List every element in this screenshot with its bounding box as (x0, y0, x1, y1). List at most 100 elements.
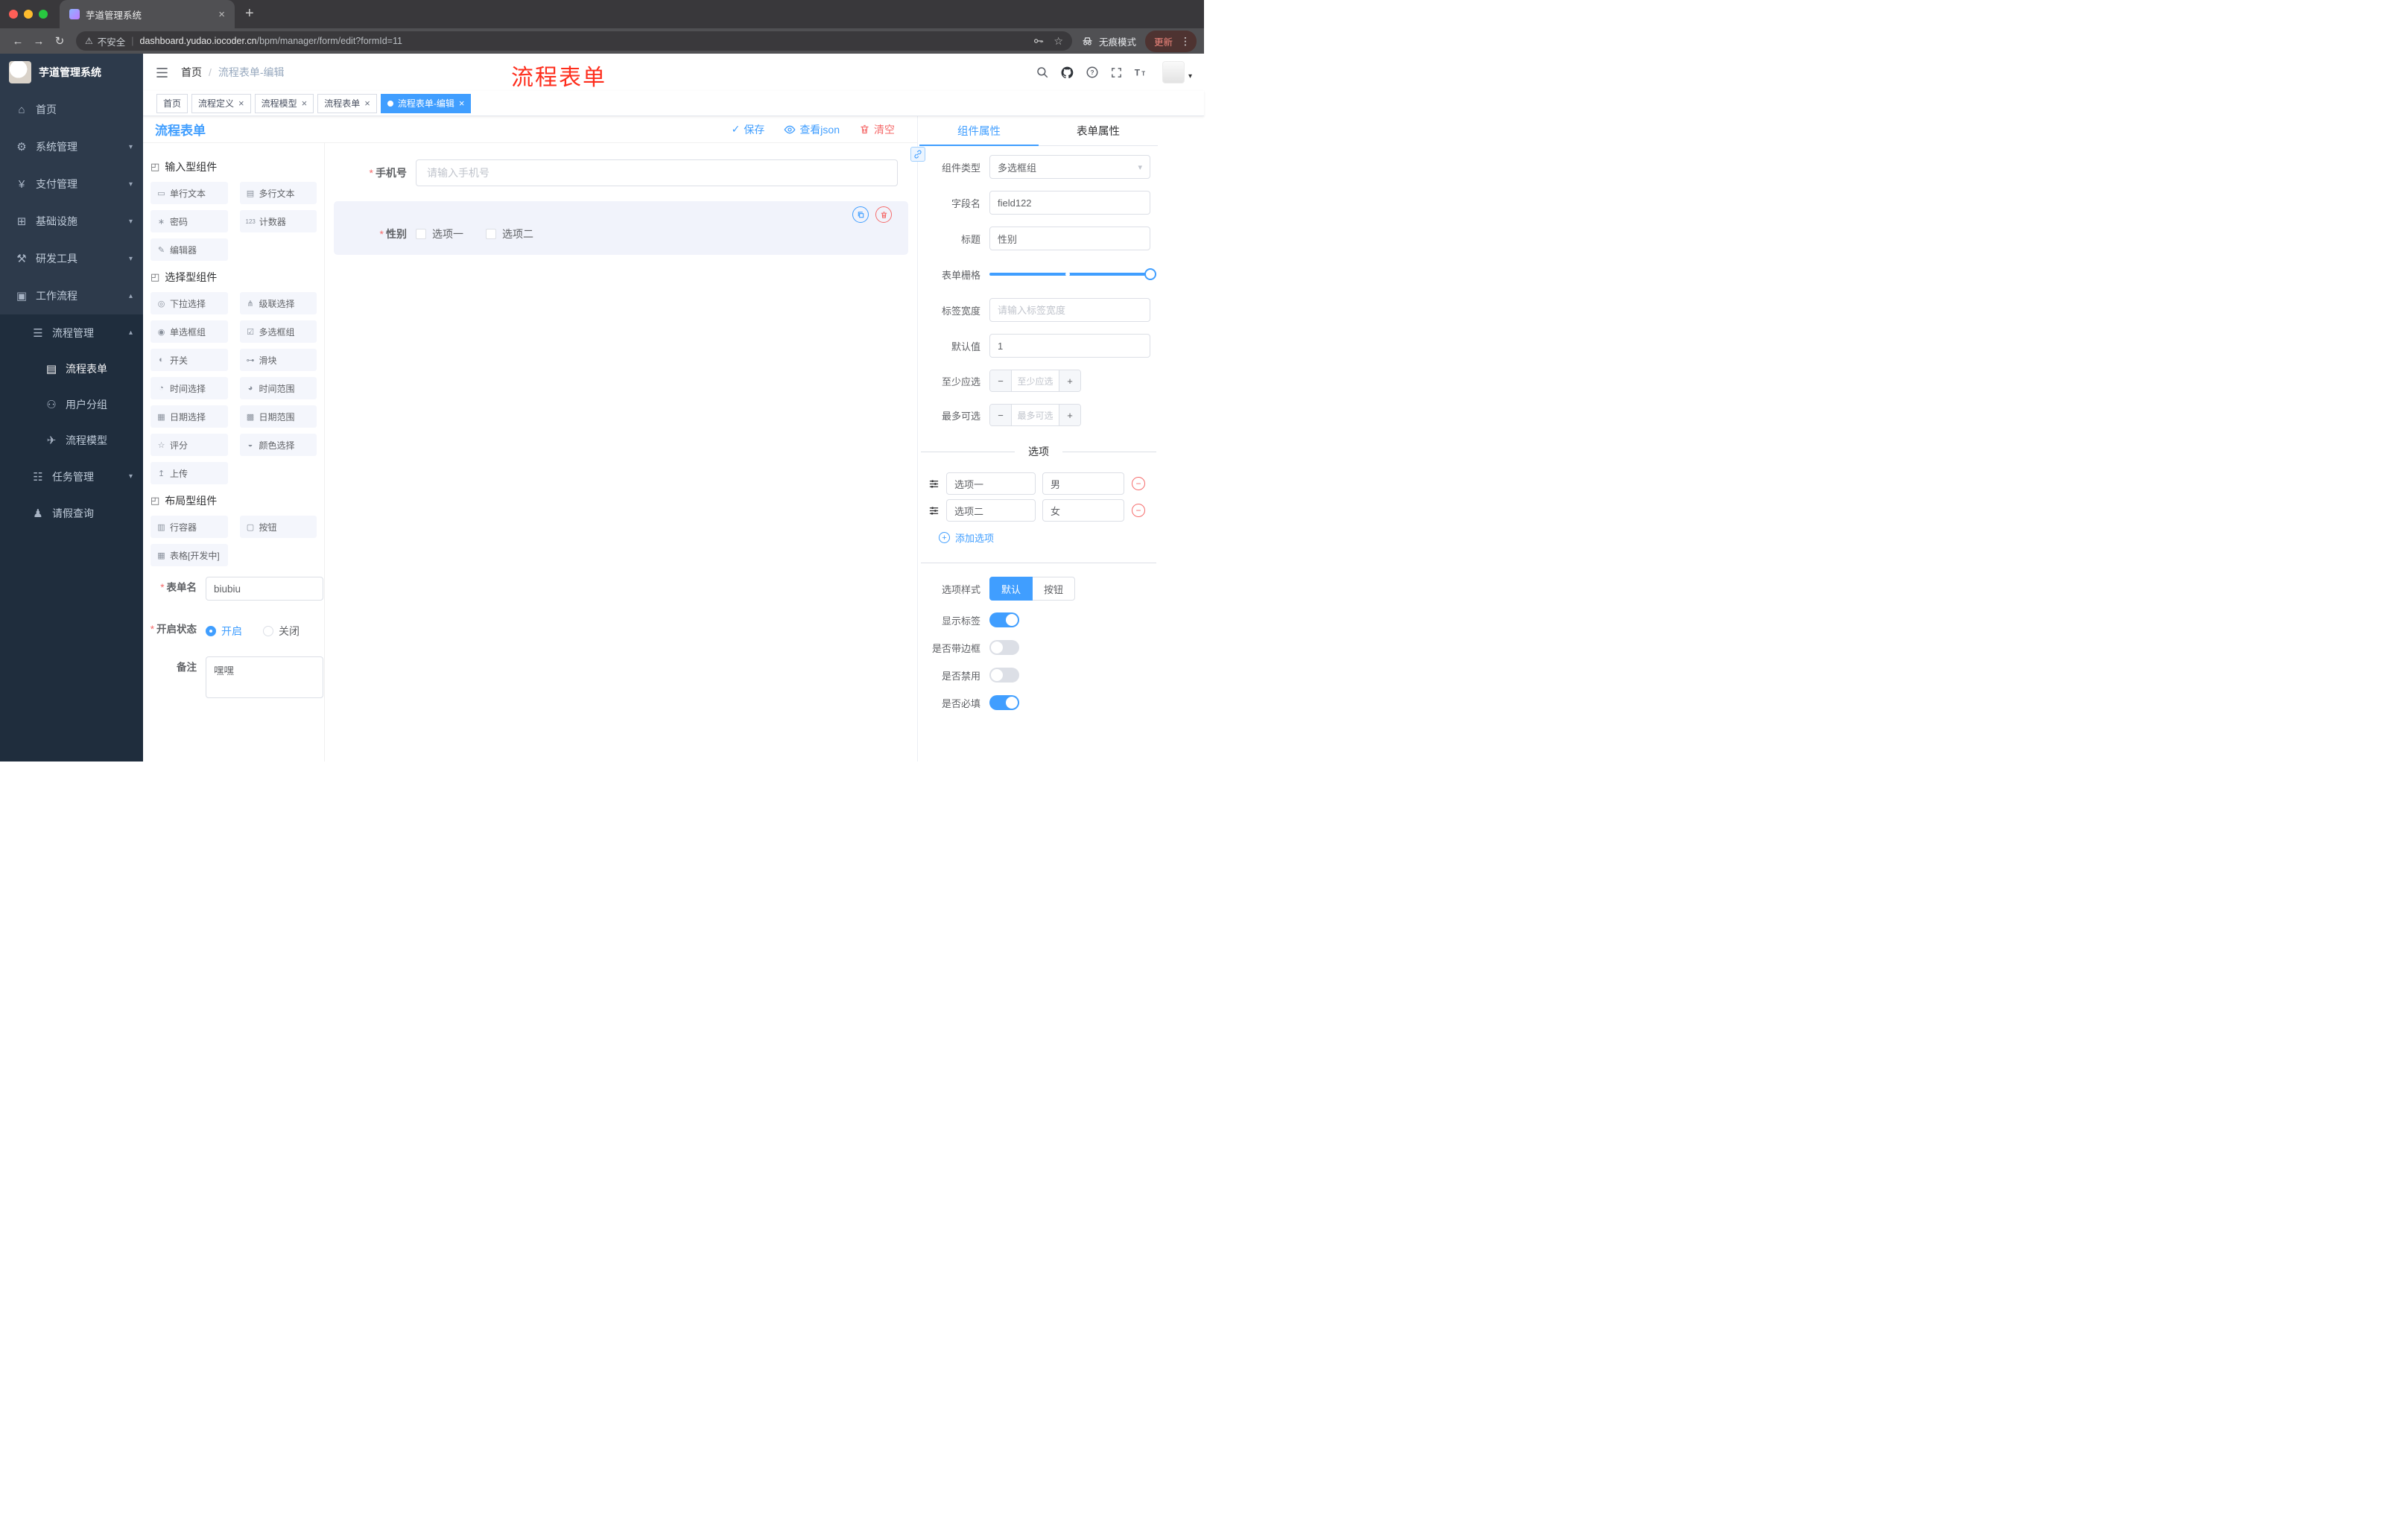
gender-field-block-selected[interactable]: * 性别 选项一 选项二 (334, 201, 908, 255)
option-style-default-button[interactable]: 默认 (989, 577, 1033, 601)
palette-item-counter[interactable]: 123 计数器 (239, 210, 317, 232)
tag-close-icon[interactable]: × (302, 98, 308, 109)
sidebar-item-process-model[interactable]: ✈ 流程模型 (0, 422, 143, 458)
min-select-value[interactable]: 至少应选 (1012, 370, 1059, 391)
address-bar[interactable]: ⚠ 不安全 | dashboard.yudao.iocoder.cn/bpm/m… (76, 31, 1072, 51)
tag-process-definition[interactable]: 流程定义 × (191, 93, 251, 113)
clear-button[interactable]: 清空 (859, 122, 895, 137)
remark-textarea[interactable]: 嘿嘿 (206, 656, 323, 698)
sidebar-item-infrastructure[interactable]: ⊞ 基础设施 ▾ (0, 203, 143, 240)
sidebar-item-user-group[interactable]: ⚇ 用户分组 (0, 387, 143, 422)
palette-item-password[interactable]: ∗ 密码 (150, 210, 228, 232)
palette-item-cascader[interactable]: ⋔ 级联选择 (239, 292, 317, 314)
palette-item-date-picker[interactable]: ▦ 日期选择 (150, 405, 228, 428)
increase-button[interactable]: + (1059, 370, 1080, 391)
palette-item-time-range[interactable]: ◕ 时间范围 (239, 377, 317, 399)
copy-component-button[interactable] (852, 206, 869, 223)
search-button[interactable] (1036, 66, 1049, 79)
status-radio-on[interactable]: 开启 (206, 618, 242, 639)
window-minimize-button[interactable] (24, 10, 33, 19)
slider-handle[interactable] (1144, 268, 1156, 280)
window-close-button[interactable] (9, 10, 18, 19)
checkbox-option-two[interactable]: 选项二 (486, 227, 533, 241)
browser-tab[interactable]: 芋道管理系统 × (60, 0, 235, 28)
palette-item-color-picker[interactable]: ◒ 颜色选择 (239, 434, 317, 456)
drag-handle-icon[interactable] (928, 505, 940, 516)
tag-close-icon[interactable]: × (238, 98, 244, 109)
palette-item-row-container[interactable]: ▥ 行容器 (150, 516, 228, 538)
password-key-icon[interactable] (1033, 35, 1045, 47)
phone-input[interactable] (416, 159, 898, 186)
palette-item-rate[interactable]: ☆ 评分 (150, 434, 228, 456)
sidebar-item-task-management[interactable]: ☷ 任务管理 ▾ (0, 458, 143, 495)
option-value-input[interactable] (1042, 472, 1124, 495)
sidebar-item-home[interactable]: ⌂ 首页 (0, 91, 143, 128)
font-size-button[interactable]: TT (1134, 66, 1148, 80)
form-grid-slider[interactable] (989, 262, 1156, 286)
reload-button[interactable]: ↻ (49, 34, 70, 48)
security-label[interactable]: 不安全 (98, 34, 126, 48)
slider-track[interactable] (989, 268, 1156, 280)
tag-process-model[interactable]: 流程模型 × (254, 93, 314, 113)
sidebar-item-payment-management[interactable]: ¥ 支付管理 ▾ (0, 165, 143, 203)
palette-item-single-line-text[interactable]: ▭ 单行文本 (150, 182, 228, 204)
github-button[interactable] (1060, 66, 1074, 80)
view-json-button[interactable]: 查看json (784, 122, 840, 137)
drag-handle-icon[interactable] (928, 478, 940, 490)
option-label-input[interactable] (946, 472, 1036, 495)
palette-item-table[interactable]: ▦ 表格[开发中] (150, 544, 228, 566)
update-button[interactable]: 更新 ⋮ (1144, 30, 1197, 52)
docs-help-button[interactable]: ? (1086, 66, 1099, 79)
link-badge[interactable] (910, 147, 925, 162)
tag-close-icon[interactable]: × (459, 98, 465, 109)
disabled-toggle[interactable] (989, 668, 1019, 683)
url-text[interactable]: dashboard.yudao.iocoder.cn/bpm/manager/f… (140, 36, 1029, 46)
status-radio-off[interactable]: 关闭 (263, 618, 300, 639)
show-label-toggle[interactable] (989, 612, 1019, 627)
title-input[interactable] (989, 227, 1150, 250)
sidebar-item-workflow[interactable]: ▣ 工作流程 ▴ (0, 277, 143, 314)
tab-component-props[interactable]: 组件属性 (919, 116, 1039, 146)
bookmark-star-icon[interactable]: ☆ (1054, 35, 1063, 48)
increase-button[interactable]: + (1059, 405, 1080, 425)
remove-option-button[interactable]: − (1132, 504, 1145, 517)
fullscreen-button[interactable] (1110, 66, 1123, 79)
palette-item-time-picker[interactable]: ◔ 时间选择 (150, 377, 228, 399)
decrease-button[interactable]: − (990, 370, 1012, 391)
palette-item-checkbox-group[interactable]: ☑ 多选框组 (239, 320, 317, 343)
palette-item-editor[interactable]: ✎ 编辑器 (150, 238, 228, 261)
sidebar-item-devtools[interactable]: ⚒ 研发工具 ▾ (0, 240, 143, 277)
hamburger-button[interactable] (155, 66, 169, 80)
save-button[interactable]: ✓ 保存 (732, 122, 765, 137)
browser-menu-icon[interactable]: ⋮ (1179, 35, 1192, 48)
sidebar-item-process-form[interactable]: ▤ 流程表单 (0, 351, 143, 387)
checkbox-box[interactable] (486, 229, 496, 239)
label-width-input[interactable] (989, 298, 1150, 322)
default-value-input[interactable] (989, 334, 1150, 358)
option-value-input[interactable] (1042, 499, 1124, 522)
max-select-value[interactable]: 最多可选 (1012, 405, 1059, 425)
window-zoom-button[interactable] (39, 10, 48, 19)
component-type-select[interactable]: 多选框组 ▾ (989, 155, 1150, 179)
option-label-input[interactable] (946, 499, 1036, 522)
avatar-caret-icon[interactable]: ▾ (1188, 72, 1192, 80)
sidebar-item-leave-query[interactable]: ♟ 请假查询 (0, 495, 143, 531)
palette-item-upload[interactable]: ↥ 上传 (150, 462, 228, 484)
palette-item-button[interactable]: ▢ 按钮 (239, 516, 317, 538)
palette-item-slider[interactable]: ⊶ 滑块 (239, 349, 317, 371)
delete-component-button[interactable] (875, 206, 892, 223)
form-name-input[interactable] (206, 577, 323, 601)
forward-button[interactable]: → (28, 35, 49, 48)
avatar[interactable] (1162, 61, 1185, 83)
tag-process-form-edit[interactable]: 流程表单-编辑 × (380, 93, 472, 113)
palette-item-multi-line-text[interactable]: ▤ 多行文本 (239, 182, 317, 204)
sidebar-item-system-management[interactable]: ⚙ 系统管理 ▾ (0, 128, 143, 165)
breadcrumb-home[interactable]: 首页 (181, 65, 202, 80)
option-style-button-button[interactable]: 按钮 (1033, 577, 1076, 601)
palette-item-select[interactable]: ◎ 下拉选择 (150, 292, 228, 314)
sidebar-item-process-management[interactable]: ☰ 流程管理 ▴ (0, 314, 143, 351)
checkbox-option-one[interactable]: 选项一 (416, 227, 463, 241)
tab-form-props[interactable]: 表单属性 (1039, 116, 1158, 145)
tag-home[interactable]: 首页 (156, 93, 188, 113)
with-border-toggle[interactable] (989, 640, 1019, 655)
